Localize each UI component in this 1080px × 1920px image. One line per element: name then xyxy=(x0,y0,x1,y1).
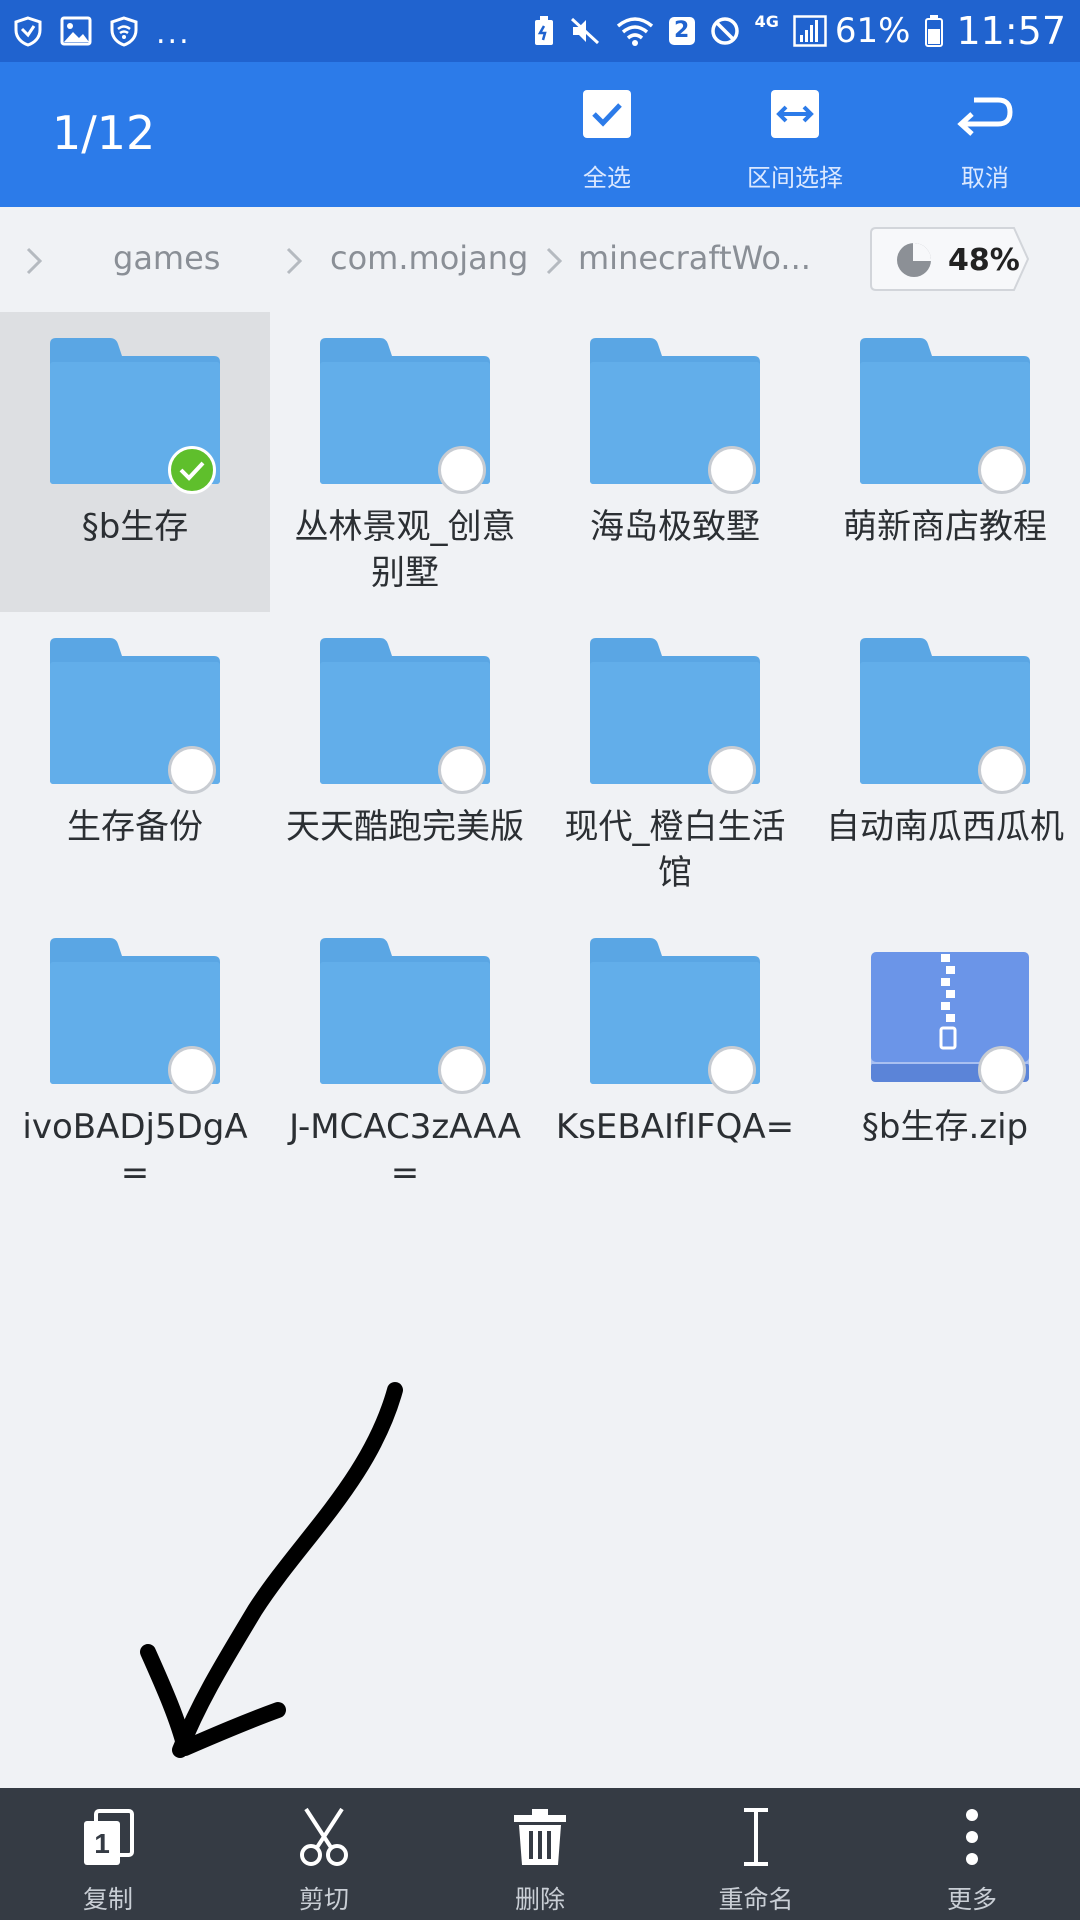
text-cursor-icon xyxy=(744,1808,768,1866)
selection-checkbox[interactable] xyxy=(168,1046,216,1094)
chevron-right-icon xyxy=(546,247,563,275)
cancel-label: 取消 xyxy=(961,164,1009,192)
more-notifications-indicator: ... xyxy=(156,15,191,51)
selection-checkbox[interactable] xyxy=(438,746,486,794)
file-name: KsEBAIfIFQA= xyxy=(555,1107,795,1147)
select-all-label: 全选 xyxy=(583,164,631,192)
file-item[interactable]: 萌新商店教程 xyxy=(810,312,1080,612)
file-name: 天天酷跑完美版 xyxy=(286,807,524,847)
select-all-icon xyxy=(583,90,631,138)
file-item[interactable]: 生存备份 xyxy=(0,612,270,912)
status-system: 2 4G 61% 11:57 xyxy=(519,0,1066,62)
breadcrumb-item-games[interactable]: games xyxy=(113,239,220,277)
pie-chart-icon xyxy=(897,243,931,277)
selection-checkbox[interactable] xyxy=(438,446,486,494)
file-item[interactable]: 海岛极致墅 xyxy=(540,312,810,612)
file-item[interactable]: ivoBADj5DgA= xyxy=(0,912,270,1212)
file-name: §b生存 xyxy=(81,507,189,547)
cancel-button[interactable]: 取消 xyxy=(895,82,1075,193)
file-name: 萌新商店教程 xyxy=(843,507,1047,547)
file-item[interactable]: 天天酷跑完美版 xyxy=(270,612,540,912)
range-select-button[interactable]: 区间选择 xyxy=(705,82,885,193)
clock: 11:57 xyxy=(956,9,1066,53)
copy-badge: 1 xyxy=(94,1828,110,1859)
file-name: 现代_橙白生活馆 xyxy=(564,807,786,893)
select-all-button[interactable]: 全选 xyxy=(517,82,697,193)
file-name: §b生存.zip xyxy=(861,1107,1029,1147)
file-item[interactable]: 丛林景观_创意别墅 xyxy=(270,312,540,612)
delete-label: 删除 xyxy=(514,1885,565,1914)
file-name: 自动南瓜西瓜机 xyxy=(826,807,1064,847)
file-grid: §b生存 丛林景观_创意别墅 海岛极致墅 萌新商店教程 生存备份 天天酷跑完美版… xyxy=(0,312,1080,1212)
annotation-arrow xyxy=(140,1382,403,1758)
file-item[interactable]: 现代_橙白生活馆 xyxy=(540,612,810,912)
cut-label: 剪切 xyxy=(298,1885,349,1914)
wifi-icon xyxy=(615,15,655,47)
storage-usage-button[interactable]: 48% xyxy=(870,227,1030,291)
copy-icon: 1 xyxy=(84,1809,134,1865)
selection-checkbox[interactable] xyxy=(708,1046,756,1094)
undo-icon xyxy=(957,97,1013,136)
selection-app-bar: 1/12 全选 区间选择 取消 xyxy=(0,62,1080,207)
selection-checkbox[interactable] xyxy=(168,746,216,794)
image-icon xyxy=(60,16,92,46)
bottom-toolbar: 1 复制 剪切 删除 重命名 更多 xyxy=(0,1788,1080,1920)
breadcrumb-item-minecraft-worlds[interactable]: minecraftWo... xyxy=(578,239,811,277)
scissors-icon xyxy=(300,1807,348,1866)
cut-button[interactable]: 剪切 xyxy=(216,1788,432,1920)
rename-button[interactable]: 重命名 xyxy=(648,1788,864,1920)
file-item[interactable]: 自动南瓜西瓜机 xyxy=(810,612,1080,912)
selection-checkbox[interactable] xyxy=(708,446,756,494)
selection-checkbox[interactable] xyxy=(708,746,756,794)
status-bar: ... 2 4G 61% 11:57 xyxy=(0,0,1080,62)
do-not-disturb-icon xyxy=(709,15,741,47)
file-item[interactable]: KsEBAIfIFQA= xyxy=(540,912,810,1212)
chevron-right-icon xyxy=(286,247,303,275)
selection-count: 1/12 xyxy=(52,106,156,160)
selection-checkbox[interactable] xyxy=(978,446,1026,494)
file-name: 海岛极致墅 xyxy=(590,507,760,547)
storage-percent: 48% xyxy=(948,243,1020,278)
trash-icon xyxy=(514,1809,566,1865)
selection-checkbox[interactable] xyxy=(978,746,1026,794)
shield-icon xyxy=(12,15,44,47)
file-item[interactable]: J-MCAC3zAAA= xyxy=(270,912,540,1212)
rename-label: 重命名 xyxy=(718,1885,794,1914)
battery-saver-icon xyxy=(533,15,555,47)
more-vertical-icon xyxy=(966,1809,978,1865)
sim-badge: 2 xyxy=(668,17,695,45)
battery-percent: 61% xyxy=(834,11,911,51)
selection-checkbox[interactable] xyxy=(978,1046,1026,1094)
mute-icon xyxy=(569,15,601,47)
shield-wifi-icon xyxy=(108,15,140,47)
signal-icon xyxy=(793,15,827,47)
more-button[interactable]: 更多 xyxy=(864,1788,1080,1920)
check-icon xyxy=(179,461,205,481)
network-type: 4G xyxy=(754,12,779,31)
breadcrumb: games com.mojang minecraftWo... 48% xyxy=(0,207,1080,312)
file-name: 丛林景观_创意别墅 xyxy=(294,507,516,593)
selection-checkbox[interactable] xyxy=(168,446,216,494)
more-label: 更多 xyxy=(946,1885,997,1914)
status-notifications: ... xyxy=(12,0,191,62)
selection-checkbox[interactable] xyxy=(438,1046,486,1094)
delete-button[interactable]: 删除 xyxy=(432,1788,648,1920)
copy-label: 复制 xyxy=(82,1885,133,1914)
range-select-label: 区间选择 xyxy=(747,164,843,192)
file-name: ivoBADj5DgA= xyxy=(22,1107,248,1193)
file-item[interactable]: §b生存.zip xyxy=(810,912,1080,1212)
file-item[interactable]: §b生存 xyxy=(0,312,270,612)
file-name: 生存备份 xyxy=(67,807,203,847)
battery-icon xyxy=(924,14,944,48)
chevron-right-icon xyxy=(26,247,43,275)
range-select-icon xyxy=(771,90,819,138)
breadcrumb-item-com-mojang[interactable]: com.mojang xyxy=(330,239,528,277)
file-name: J-MCAC3zAAA= xyxy=(289,1107,521,1193)
copy-button[interactable]: 1 复制 xyxy=(0,1788,216,1920)
